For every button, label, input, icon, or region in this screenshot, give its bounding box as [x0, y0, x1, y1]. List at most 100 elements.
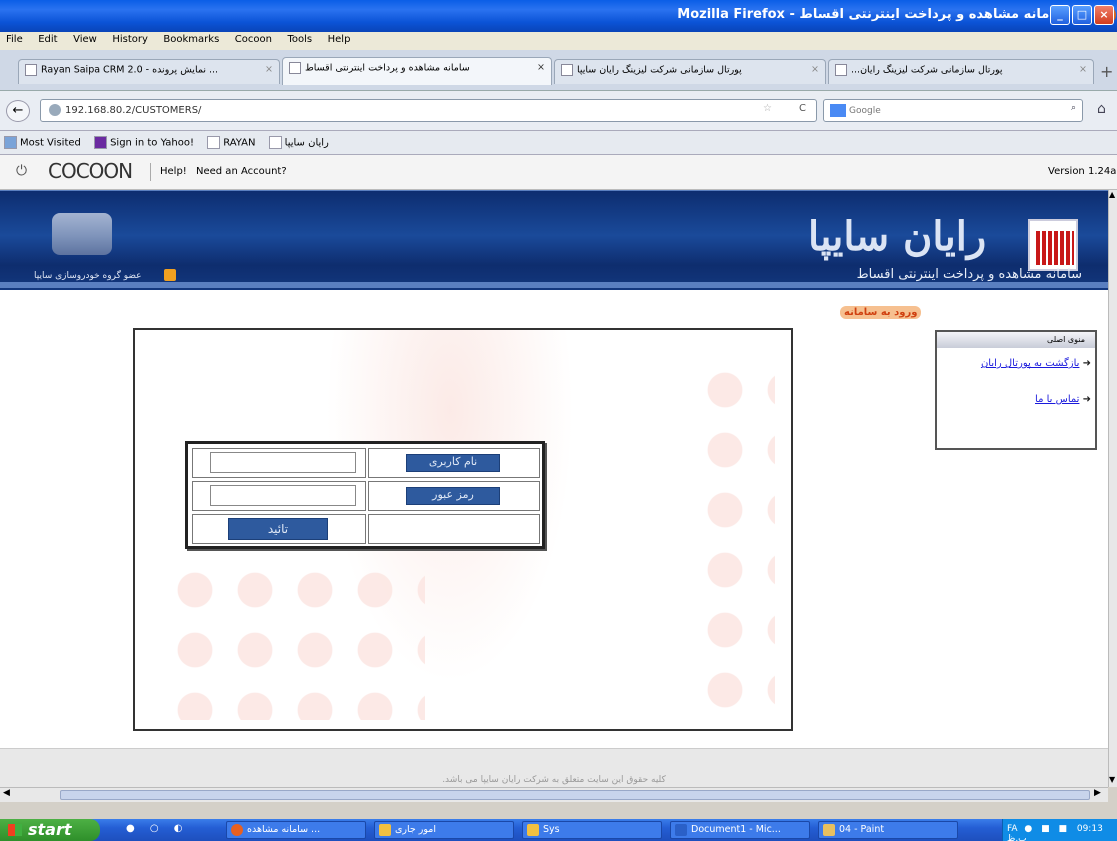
back-to-portal-link[interactable]: ➜ بازگشت به پورتال رایان	[941, 358, 1091, 369]
tab-portal[interactable]: پورتال سازمانی شرکت لیزینگ رایان سایپا ×	[554, 59, 826, 84]
scroll-left-icon[interactable]: ◀	[3, 788, 10, 798]
tab-label: Rayan Saipa CRM 2.0 - نمایش پرونده ...	[41, 64, 219, 76]
site-logo: رایان سایپا	[808, 213, 987, 260]
menu-edit[interactable]: Edit	[32, 32, 63, 47]
task-label: Sys	[543, 824, 560, 835]
vertical-scrollbar[interactable]: ▲ ▼	[1108, 190, 1117, 787]
bookmark-rayan[interactable]: RAYAN	[207, 136, 255, 149]
page-icon	[561, 64, 573, 76]
submit-button[interactable]: تائید	[228, 518, 328, 540]
cocoon-toolbar: ⏻ COCOON Help! Need an Account? Version …	[0, 155, 1117, 190]
yahoo-icon	[94, 136, 108, 149]
reload-icon[interactable]: C	[799, 103, 806, 114]
banner-stripe	[0, 282, 1108, 288]
toolbar-divider	[150, 163, 151, 181]
system-tray: FA ● ■ ■ 09:13 ب.ظ	[1002, 819, 1117, 841]
folder-icon	[527, 824, 539, 836]
task-firefox[interactable]: سامانه مشاهده ...	[226, 821, 366, 839]
tab-portal-2[interactable]: ...پورتال سازمانی شرکت لیزینگ رایان ×	[828, 59, 1094, 84]
tab-label: سامانه مشاهده و پرداخت اینترنتی اقساط	[305, 62, 470, 74]
scroll-down-icon[interactable]: ▼	[1109, 775, 1115, 784]
star-icon[interactable]: ☆	[763, 103, 772, 114]
username-input[interactable]	[210, 452, 356, 473]
main-menu-box: منوی اصلی ➜ بازگشت به پورتال رایان ➜ تما…	[935, 330, 1097, 450]
menu-bookmarks[interactable]: Bookmarks	[157, 32, 225, 47]
page-icon	[207, 136, 221, 149]
task-word[interactable]: Document1 - Mic...	[670, 821, 810, 839]
password-input[interactable]	[210, 485, 356, 506]
search-input[interactable]: Google ⌕	[823, 99, 1083, 122]
watermark-dots	[165, 560, 425, 720]
page-footer: کلیه حقوق این سایت متعلق به شرکت رایان س…	[0, 748, 1108, 787]
scroll-up-icon[interactable]: ▲	[1109, 190, 1115, 199]
menu-view[interactable]: View	[67, 32, 103, 47]
page-icon	[268, 136, 282, 149]
task-sys[interactable]: Sys	[522, 821, 662, 839]
menu-tools[interactable]: Tools	[281, 32, 318, 47]
language-indicator[interactable]: FA	[1007, 824, 1018, 834]
contact-link[interactable]: ➜ تماس با ما	[941, 394, 1091, 405]
task-paint[interactable]: 04 - Paint	[818, 821, 958, 839]
menu-file[interactable]: File	[0, 32, 29, 47]
start-button[interactable]: start	[0, 819, 100, 841]
page-icon	[289, 62, 301, 74]
task-label: Document1 - Mic...	[691, 824, 781, 835]
arrow-icon: ➜	[1079, 394, 1091, 405]
tab-label: ...پورتال سازمانی شرکت لیزینگ رایان	[851, 64, 1003, 76]
page-icon	[835, 64, 847, 76]
tab-close-icon[interactable]: ×	[1079, 64, 1087, 75]
navigation-bar: ← 192.168.80.2/CUSTOMERS/ ☆ C Google ⌕ ⌂	[0, 91, 1117, 131]
google-icon	[830, 104, 846, 117]
page-icon	[25, 64, 37, 76]
link-label: بازگشت به پورتال رایان	[980, 358, 1080, 369]
main-menu-heading: منوی اصلی	[937, 332, 1095, 348]
paint-icon	[823, 824, 835, 836]
help-link[interactable]: Help!	[160, 166, 187, 177]
scroll-right-icon[interactable]: ▶	[1094, 788, 1101, 798]
power-icon[interactable]: ⏻	[16, 163, 27, 179]
bookmark-most-visited[interactable]: Most Visited	[4, 136, 81, 149]
minimize-button[interactable]: _	[1050, 5, 1070, 25]
bookmark-yahoo[interactable]: Sign in to Yahoo!	[94, 136, 194, 149]
bookmark-label: رایان سایپا	[284, 137, 329, 149]
menu-cocoon[interactable]: Cocoon	[229, 32, 278, 47]
task-label: امور جاری	[395, 824, 437, 835]
hscroll-thumb[interactable]	[60, 790, 1090, 800]
page-content: عضو گروه خودروسازی سایپا رایان سایپا سام…	[0, 190, 1108, 787]
new-tab-plus-icon[interactable]: +	[1100, 62, 1113, 81]
menu-help[interactable]: Help	[322, 32, 357, 47]
menu-history[interactable]: History	[106, 32, 154, 47]
password-label: رمز عبور	[406, 487, 500, 505]
tab-close-icon[interactable]: ×	[265, 64, 273, 75]
tab-close-icon[interactable]: ×	[811, 64, 819, 75]
printer-icon	[52, 213, 112, 255]
tab-label: پورتال سازمانی شرکت لیزینگ رایان سایپا	[577, 64, 742, 76]
tab-installments[interactable]: سامانه مشاهده و پرداخت اینترنتی اقساط ×	[282, 57, 552, 85]
tab-crm[interactable]: Rayan Saipa CRM 2.0 - نمایش پرونده ... ×	[18, 59, 280, 84]
maximize-button[interactable]: □	[1072, 5, 1092, 25]
bookmark-label: Most Visited	[20, 137, 81, 149]
close-button[interactable]: ×	[1094, 5, 1114, 25]
site-subtitle: سامانه مشاهده و پرداخت اینترنتی اقساط	[856, 267, 1082, 282]
magnifier-icon[interactable]: ⌕	[1071, 103, 1076, 113]
tab-close-icon[interactable]: ×	[537, 62, 545, 73]
task-folder[interactable]: امور جاری	[374, 821, 514, 839]
bookmarks-bar: Most Visited Sign in to Yahoo! RAYAN رای…	[0, 131, 1117, 155]
saipa-mark-icon	[164, 269, 176, 281]
windows-flag-icon	[8, 824, 22, 836]
url-input[interactable]: 192.168.80.2/CUSTOMERS/ ☆ C	[40, 99, 817, 122]
footer-text: کلیه حقوق این سایت متعلق به شرکت رایان س…	[442, 775, 666, 785]
globe-icon	[49, 104, 61, 116]
firefox-icon	[231, 824, 243, 836]
home-icon[interactable]: ⌂	[1097, 101, 1106, 117]
need-account-link[interactable]: Need an Account?	[196, 166, 287, 177]
login-heading: ورود به سامانه	[840, 306, 922, 319]
folder-icon	[4, 136, 17, 149]
back-arrow-icon[interactable]: ←	[6, 100, 30, 122]
login-form: نام کاربری رمز عبور تائید	[185, 441, 545, 549]
taskbar: start ● ○ ◐ سامانه مشاهده ... امور جاری …	[0, 819, 1117, 841]
horizontal-scrollbar[interactable]: ◀ ▶	[0, 787, 1108, 802]
quicklaunch-icons[interactable]: ● ○ ◐	[126, 823, 216, 837]
tray-icons[interactable]: ● ■ ■	[1024, 824, 1070, 834]
bookmark-rayan-saipa[interactable]: رایان سایپا	[268, 136, 329, 149]
